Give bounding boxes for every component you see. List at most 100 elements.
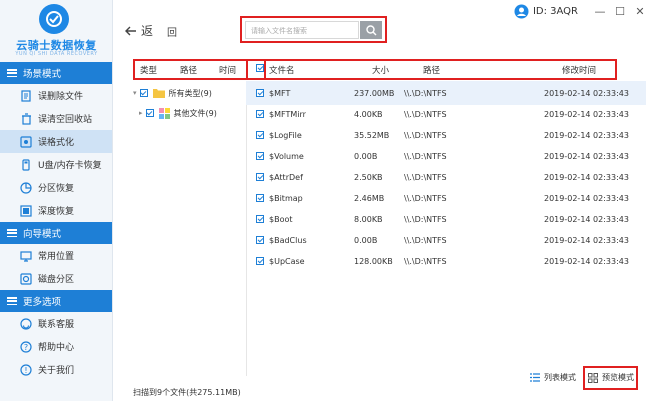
sidebar-item-disk-partition[interactable]: 磁盘分区 <box>0 267 112 290</box>
sidebar: 云骑士数据恢复 YUN QI SHI DATA RECOVERY 场景模式 误删… <box>0 0 113 401</box>
row-checkbox[interactable] <box>256 194 264 202</box>
window-controls: ID: 3AQR — ☐ ✕ <box>514 0 650 22</box>
column-header-size[interactable]: 大小 <box>372 64 389 76</box>
row-checkbox[interactable] <box>256 257 264 265</box>
file-time: 2019-02-14 02:33:43 <box>544 151 629 161</box>
logo-area: 云骑士数据恢复 YUN QI SHI DATA RECOVERY <box>0 0 112 62</box>
user-avatar-icon[interactable] <box>514 4 529 19</box>
disk-icon <box>20 272 32 285</box>
main-panel: ID: 3AQR — ☐ ✕ 返 回 请输入文件名搜索 类型 路径 时间 文件名… <box>113 0 650 401</box>
file-time: 2019-02-14 02:33:43 <box>544 109 629 119</box>
sidebar-item-contact-support[interactable]: 联系客服 <box>0 312 112 335</box>
section-title: 向导模式 <box>23 229 62 240</box>
column-header-path[interactable]: 路径 <box>423 64 440 76</box>
sidebar-item-label: 磁盘分区 <box>38 275 75 285</box>
preview-mode-label: 预览模式 <box>602 373 634 382</box>
preview-mode-button[interactable]: 预览模式 <box>588 372 634 383</box>
file-name: $MFTMirr <box>269 109 306 119</box>
search-input[interactable]: 请输入文件名搜索 <box>245 21 359 39</box>
file-size: 237.00MB <box>354 88 395 98</box>
row-checkbox[interactable] <box>256 152 264 160</box>
file-time: 2019-02-14 02:33:43 <box>544 172 629 182</box>
file-name: $LogFile <box>269 130 302 140</box>
section-scene-mode[interactable]: 场景模式 <box>0 62 112 84</box>
maximize-button[interactable]: ☐ <box>610 5 630 18</box>
file-path: \\.\D:\NTFS <box>404 109 447 119</box>
list-mode-label: 列表模式 <box>544 373 576 382</box>
sidebar-item-about-us[interactable]: ! 关于我们 <box>0 358 112 381</box>
sidebar-item-label: 分区恢复 <box>38 184 75 194</box>
home-button[interactable]: 回 <box>167 24 177 39</box>
tree-item-all-types[interactable]: ▾ 所有类型(9) <box>133 84 212 102</box>
file-path: \\.\D:\NTFS <box>404 88 447 98</box>
chevron-down-icon[interactable]: ▾ <box>133 89 137 97</box>
sidebar-item-label: 常用位置 <box>38 252 75 262</box>
svg-text:!: ! <box>24 366 27 375</box>
select-all-checkbox[interactable] <box>256 64 264 72</box>
file-size: 2.46MB <box>354 193 385 203</box>
file-time: 2019-02-14 02:33:43 <box>544 88 629 98</box>
file-name: $Bitmap <box>269 193 303 203</box>
file-name: $MFT <box>269 88 291 98</box>
menu-icon <box>7 297 17 305</box>
back-button[interactable]: 返 <box>125 22 153 39</box>
file-name: $Boot <box>269 214 293 224</box>
sidebar-item-format[interactable]: 误格式化 <box>0 130 112 153</box>
tree-header-path[interactable]: 路径 <box>180 64 197 76</box>
file-path: \\.\D:\NTFS <box>404 151 447 161</box>
recycle-bin-icon <box>20 112 32 125</box>
section-more-options[interactable]: 更多选项 <box>0 290 112 312</box>
tree-header-type[interactable]: 类型 <box>140 64 157 76</box>
section-title: 更多选项 <box>23 297 62 308</box>
file-name: $UpCase <box>269 256 305 266</box>
column-header-name[interactable]: 文件名 <box>269 64 295 76</box>
file-size: 0.00B <box>354 235 378 245</box>
chevron-right-icon[interactable]: ▸ <box>139 109 143 117</box>
section-wizard-mode[interactable]: 向导模式 <box>0 222 112 244</box>
file-delete-icon <box>20 89 32 102</box>
file-name: $Volume <box>269 151 304 161</box>
partition-icon <box>20 181 32 194</box>
monitor-icon <box>20 250 32 262</box>
folder-icon <box>152 89 165 98</box>
sidebar-item-label: 误格式化 <box>38 138 75 148</box>
sidebar-item-common-locations[interactable]: 常用位置 <box>0 244 112 267</box>
sidebar-item-deleted-files[interactable]: 误删除文件 <box>0 84 112 107</box>
file-size: 4.00KB <box>354 109 383 119</box>
row-checkbox[interactable] <box>256 215 264 223</box>
sidebar-item-label: 误清空回收站 <box>38 115 93 125</box>
tree-checkbox[interactable] <box>139 89 148 97</box>
sidebar-item-partition[interactable]: 分区恢复 <box>0 176 112 199</box>
sidebar-item-deep-scan[interactable]: 深度恢复 <box>0 199 112 222</box>
row-checkbox[interactable] <box>256 173 264 181</box>
close-button[interactable]: ✕ <box>630 5 650 18</box>
minimize-button[interactable]: — <box>590 5 610 18</box>
row-checkbox[interactable] <box>256 89 264 97</box>
tree-item-other-files[interactable]: ▸ 其他文件(9) <box>139 104 217 122</box>
row-checkbox[interactable] <box>256 110 264 118</box>
grid-icon <box>588 372 598 383</box>
tree-item-label: 其他文件(9) <box>173 108 217 118</box>
list-mode-button[interactable]: 列表模式 <box>530 372 576 383</box>
file-size: 35.52MB <box>354 130 390 140</box>
column-header-time[interactable]: 修改时间 <box>562 64 596 76</box>
tree-header-time[interactable]: 时间 <box>219 64 236 76</box>
sidebar-item-recycle-bin[interactable]: 误清空回收站 <box>0 107 112 130</box>
menu-icon <box>7 229 17 237</box>
app-subtitle: YUN QI SHI DATA RECOVERY <box>15 51 98 57</box>
file-time: 2019-02-14 02:33:43 <box>544 256 629 266</box>
file-time: 2019-02-14 02:33:43 <box>544 193 629 203</box>
file-time: 2019-02-14 02:33:43 <box>544 130 629 140</box>
user-id: ID: 3AQR <box>532 5 578 17</box>
row-checkbox[interactable] <box>256 236 264 244</box>
sidebar-item-usb[interactable]: U盘/内存卡恢复 <box>0 153 112 176</box>
sidebar-item-help-center[interactable]: ? 帮助中心 <box>0 335 112 358</box>
file-time: 2019-02-14 02:33:43 <box>544 235 629 245</box>
tree-checkbox[interactable] <box>145 109 154 117</box>
row-checkbox[interactable] <box>256 131 264 139</box>
table-row[interactable]: $UpCase 128.00KB \\.\D:\NTFS 2019-02-14 … <box>246 249 646 273</box>
usb-drive-icon <box>20 158 32 171</box>
search-button[interactable] <box>360 21 382 39</box>
app-logo-icon <box>39 4 69 34</box>
file-size: 2.50KB <box>354 172 383 182</box>
